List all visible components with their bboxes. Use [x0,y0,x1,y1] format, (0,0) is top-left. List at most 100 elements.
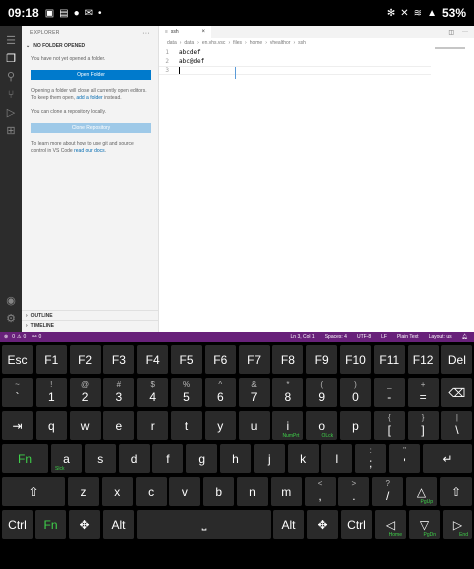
key-num-5[interactable]: % 5 [171,378,202,407]
read-docs-link[interactable]: read our docs [74,148,105,154]
breadcrumb-item[interactable]: en.vhs.vsc [202,40,226,46]
key-down[interactable]: ▽ PgDn [409,510,440,539]
key-move-left[interactable]: ✥ [69,510,100,539]
key-fn-left[interactable]: Fn [2,444,48,473]
key-num-9[interactable]: (9 [306,378,338,407]
search-icon[interactable]: ⚲ [4,70,18,84]
line-text[interactable]: abcdef [179,49,201,56]
split-editor-icon[interactable]: ◫ [448,29,454,36]
key-num-10[interactable]: ) 0 [340,378,371,407]
key-num-4[interactable]: $4 [137,378,169,407]
end-of-line[interactable]: LF [381,334,387,340]
run-debug-icon[interactable]: ▷ [4,106,18,120]
key-shift-right[interactable]: ⇧ [440,477,472,506]
key-fn-bottom[interactable]: Fn [35,510,66,539]
key-f2[interactable]: F2 [69,345,101,374]
key-r3-0[interactable]: ⇥ [2,411,33,440]
language-mode[interactable]: Plain Text [397,334,419,340]
key-r3-10[interactable]: p [340,411,371,440]
key-r4-7[interactable]: j [253,444,285,473]
key-num-7[interactable]: & 7 [238,378,270,407]
gear-icon[interactable]: ⚙ [4,312,18,326]
more-icon[interactable]: ··· [462,29,468,35]
key-r4-4[interactable]: f [152,444,184,473]
code-line[interactable]: 2 abc@def [159,57,474,66]
key-r4-2[interactable]: s [84,444,116,473]
key-r5-3[interactable]: c [135,477,167,506]
key-r5-6[interactable]: n [237,477,268,506]
key-r4-9[interactable]: l [321,444,353,473]
key-f12[interactable]: F12 [407,345,439,374]
key-r3-2[interactable]: w [69,411,101,440]
clone-repository-button[interactable]: Clone Repository [31,123,151,133]
key-r4-6[interactable]: h [220,444,251,473]
key-f4[interactable]: F4 [137,345,169,374]
more-actions-icon[interactable]: ··· [142,30,150,37]
encoding[interactable]: UTF-8 [357,334,371,340]
line-text[interactable]: abc@def [179,58,204,65]
menu-icon[interactable]: ☰ [4,34,18,48]
remote-icon[interactable]: ⊗ [0,334,12,340]
key-num-0[interactable]: ~ ` [2,378,33,407]
key-r3-5[interactable]: t [171,411,202,440]
key-alt-right[interactable]: Alt [273,510,304,539]
bell-icon[interactable]: 🔔︎ [462,334,468,340]
key-f10[interactable]: F10 [340,345,371,374]
breadcrumb-item[interactable]: data [184,40,194,46]
key-num-3[interactable]: #3 [103,378,135,407]
key-alt-left[interactable]: Alt [103,510,134,539]
key-num-1[interactable]: ! 1 [35,378,67,407]
key-f11[interactable]: F11 [373,345,405,374]
breadcrumb-item[interactable]: home [250,40,263,46]
key-f6[interactable]: F6 [204,345,236,374]
key-del[interactable]: Del [441,345,473,374]
key-r4-5[interactable]: g [186,444,218,473]
close-icon[interactable]: × [201,29,205,35]
source-control-icon[interactable]: ⑂ [4,88,18,102]
key-num-2[interactable]: @2 [69,378,101,407]
key-r5-10[interactable]: ? / [372,477,404,506]
keyboard-layout[interactable]: Layout: us [429,334,452,340]
key-r4-10[interactable]: :; [355,444,387,473]
code-lines[interactable]: 1 abcdef 2 abc@def 3 [159,48,474,75]
key-r5-5[interactable]: b [203,477,235,506]
breadcrumb-item[interactable]: files [233,40,242,46]
key-r3-13[interactable]: | \ [441,411,473,440]
outline-section[interactable]: › OUTLINE [22,310,159,320]
key-ctrl-left[interactable]: Ctrl [2,510,33,539]
key-r3-3[interactable]: e [103,411,135,440]
key-r3-6[interactable]: y [204,411,236,440]
key-f5[interactable]: F5 [171,345,202,374]
breadcrumb-item[interactable]: ssh [298,40,306,46]
key-r5-1[interactable]: z [68,477,99,506]
minimap[interactable] [435,47,465,49]
key-r4-1[interactable]: a Slck [51,444,82,473]
key-r3-12[interactable]: }] [407,411,439,440]
key-r3-11[interactable]: {[ [373,411,405,440]
key-r3-8[interactable]: i NumPrt [272,411,304,440]
key-esc[interactable]: Esc [2,345,33,374]
key-f1[interactable]: F1 [35,345,67,374]
open-folder-button[interactable]: Open Folder [31,70,151,80]
key-num-12[interactable]: + = [407,378,439,407]
key-right[interactable]: ▷ End [443,510,472,539]
account-icon[interactable]: ◉ [4,294,18,308]
key-num-11[interactable]: _ - [373,378,405,407]
key-r5-4[interactable]: v [169,477,201,506]
key-move-right[interactable]: ✥ [307,510,338,539]
key-num-6[interactable]: ^ 6 [204,378,236,407]
key-enter[interactable]: ↵ [423,444,472,473]
key-num-13[interactable]: ⌫ [441,378,473,407]
code-line[interactable]: 1 abcdef [159,48,474,57]
explorer-icon[interactable]: ❐ [4,52,18,66]
ports-count[interactable]: 0 [38,334,41,340]
key-num-8[interactable]: * 8 [272,378,304,407]
key-r5-9[interactable]: >. [338,477,370,506]
add-folder-link[interactable]: add a folder [76,95,102,101]
key-f8[interactable]: F8 [272,345,304,374]
cursor-position[interactable]: Ln 3, Col 1 [291,334,315,340]
key-left[interactable]: ◁ Home [375,510,406,539]
key-shift-left[interactable]: ⇧ [2,477,65,506]
breadcrumb-item[interactable]: data [167,40,177,46]
tab-ssh[interactable]: ≡ ssh × [159,26,211,38]
